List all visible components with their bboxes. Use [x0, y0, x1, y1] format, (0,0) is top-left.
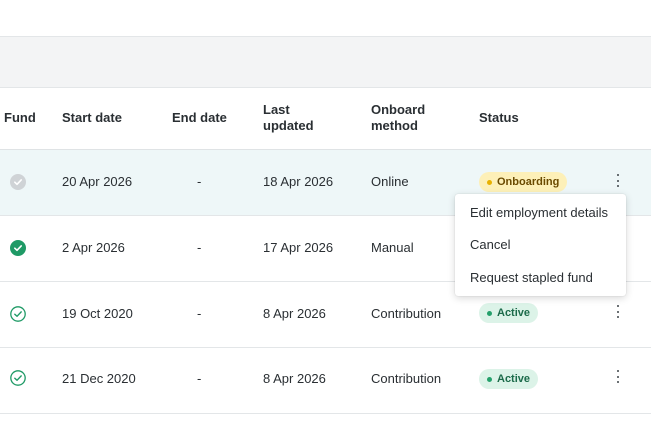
cell-start-date: 21 Dec 2020 [62, 371, 136, 386]
cell-onboard-method: Contribution [371, 306, 442, 321]
more-actions-icon[interactable] [612, 173, 624, 189]
menu-item-cancel[interactable]: Cancel [470, 237, 510, 253]
header-end-date: End date [172, 110, 227, 125]
cell-last-updated: 8 Apr 2026 [263, 371, 326, 386]
green-filled-check-circle-icon [10, 240, 26, 256]
cell-end-date: - [197, 371, 202, 386]
cell-end-date: - [197, 306, 202, 321]
cell-end-date: - [197, 240, 202, 255]
header-last-updated: Last updated [263, 102, 314, 133]
cell-last-updated: 17 Apr 2026 [263, 240, 334, 255]
cell-start-date: 20 Apr 2026 [62, 174, 133, 189]
toolbar-band [0, 37, 651, 88]
header-onboard-method: Onboard method [371, 102, 426, 133]
cell-onboard-method: Contribution [371, 371, 442, 386]
green-outline-check-circle-icon [10, 306, 26, 322]
row-actions-menu: Edit employment details Cancel Request s… [455, 194, 626, 296]
status-badge: Active [479, 303, 539, 323]
more-actions-icon[interactable] [612, 304, 624, 320]
header-fund: Fund [4, 110, 36, 125]
table-row[interactable]: 21 Dec 2020 - 8 Apr 2026 Contribution Ac… [0, 348, 651, 414]
status-badge: Onboarding [479, 172, 568, 192]
status-badge: Active [479, 369, 539, 389]
employment-table-view: Fund Start date End date Last updated On… [0, 0, 651, 430]
cell-onboard-method: Manual [371, 240, 414, 255]
grey-check-circle-icon [10, 174, 26, 190]
menu-item-request-stapled-fund[interactable]: Request stapled fund [470, 270, 593, 286]
cell-onboard-method: Online [371, 174, 409, 189]
menu-item-edit-employment-details[interactable]: Edit employment details [470, 205, 608, 221]
table-header: Fund Start date End date Last updated On… [0, 88, 651, 150]
cell-last-updated: 8 Apr 2026 [263, 306, 326, 321]
cell-last-updated: 18 Apr 2026 [263, 174, 334, 189]
cell-end-date: - [197, 174, 202, 189]
green-outline-check-circle-icon [10, 370, 26, 386]
header-status: Status [479, 110, 519, 125]
more-actions-icon[interactable] [612, 369, 624, 385]
cell-start-date: 2 Apr 2026 [62, 240, 125, 255]
top-area [0, 0, 651, 37]
header-start-date: Start date [62, 110, 122, 125]
cell-start-date: 19 Oct 2020 [62, 306, 133, 321]
